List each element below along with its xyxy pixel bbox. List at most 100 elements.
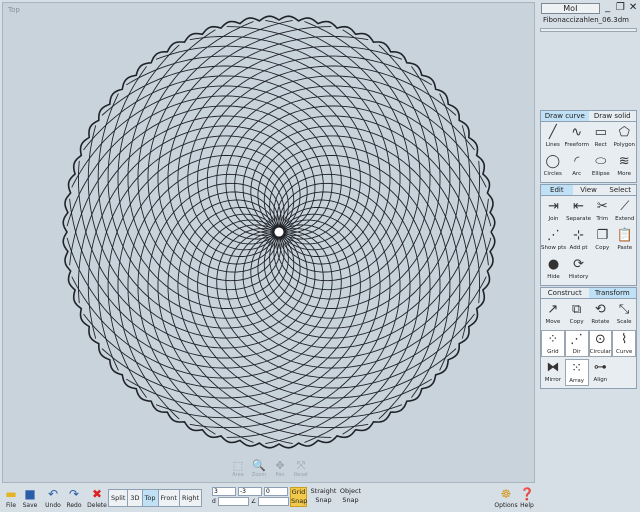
magnifier-icon: 🔍 [252, 459, 266, 472]
straight-snap-toggle[interactable]: Straight Snap [310, 487, 337, 507]
draw-panel: Draw curve Draw solid ╱ Lines ∿ Freeform ▭ Re… [540, 110, 637, 183]
spiral-curve [126, 213, 371, 409]
restore-icon[interactable]: ❐ [615, 3, 625, 13]
zoom-button[interactable]: 🔍 Zoom [250, 459, 268, 478]
z-coordinate-field[interactable] [264, 487, 288, 496]
minimize-icon[interactable]: _ [603, 3, 613, 13]
add-pt-command-button[interactable]: ⊹ Add pt [566, 227, 591, 254]
grid-snap-toggle[interactable]: Grid Snap [290, 487, 307, 507]
move-command-button[interactable]: ↗ Move [541, 301, 565, 328]
save-icon: ■ [24, 487, 36, 501]
app-menu-button[interactable]: MoI [541, 2, 600, 14]
tab-transform[interactable]: Transform [588, 288, 636, 299]
tab-view[interactable]: View [572, 185, 605, 196]
spiral-curve [117, 155, 289, 420]
copy-command-button[interactable]: ❐ Copy [591, 227, 613, 254]
join-command-button[interactable]: ⇥ Join [541, 198, 566, 225]
rect-command-button[interactable]: ▭ Rect [589, 124, 613, 151]
ellipse-icon: ⬭ [595, 154, 607, 169]
show-pts-command-button[interactable]: ⋰ Show pts [541, 227, 566, 254]
paste-command-button[interactable]: 📋 Paste [614, 227, 636, 254]
edit-panel: Edit View Select ⇥ Join ⇤ Separate ✂ Trim ⟋ Ext… [540, 184, 637, 286]
pan-button[interactable]: ✥ Pan [271, 459, 289, 478]
y-coordinate-field[interactable] [238, 487, 262, 496]
command-label: Array [569, 378, 585, 384]
scale-command-button[interactable]: ⤡ Scale [612, 301, 636, 328]
spiral-curve [157, 191, 332, 438]
polygon-command-button[interactable]: ⬠ Polygon [613, 124, 637, 151]
zoom-window-button[interactable]: ⬚ Area [229, 459, 247, 478]
view-3d-button[interactable]: 3D [128, 490, 143, 506]
command-label: Circular [589, 349, 611, 355]
extend-command-button[interactable]: ⟋ Extend [614, 198, 636, 225]
command-label: Polygon [613, 142, 636, 148]
folder-icon: ▬ [5, 487, 17, 501]
command-label: Rect [594, 142, 607, 148]
lines-command-button[interactable]: ╱ Lines [541, 124, 565, 151]
circles-command-button[interactable]: ◯ Circles [541, 153, 565, 180]
tab-edit[interactable]: Edit [541, 185, 573, 196]
command-label: Lines [545, 142, 560, 148]
array-command-button[interactable]: ⁙ Array [564, 359, 589, 386]
grid-command-button[interactable]: ⁘ Grid [541, 330, 565, 357]
more-command-button[interactable]: ≋ More [613, 153, 637, 180]
x-coordinate-field[interactable] [212, 487, 236, 496]
save-button[interactable]: ■ Save [20, 487, 40, 510]
command-label: Show pts [541, 245, 567, 251]
reset-view-button[interactable]: ⤧ Reset [292, 459, 310, 478]
help-icon: ❓ [519, 487, 535, 501]
tab-draw-curve[interactable]: Draw curve [541, 111, 589, 122]
dir-command-button[interactable]: ⋰ Dir [564, 330, 589, 357]
mirror-command-button[interactable]: ⧓ Mirror [541, 359, 565, 386]
tab-draw-solid[interactable]: Draw solid [588, 111, 636, 122]
curve-command-button[interactable]: ⌇ Curve [612, 330, 636, 357]
file-name: Fibonaccizahlen_06.3dm [543, 16, 629, 24]
history-command-button[interactable]: ⟳ History [566, 256, 591, 283]
tab-select[interactable]: Select [604, 185, 637, 196]
align-command-button[interactable]: ⊶ Align [589, 359, 613, 386]
hide-command-button[interactable]: ● Hide [541, 256, 566, 283]
object-snap-toggle[interactable]: Object Snap [338, 487, 363, 507]
show-pts-icon: ⋰ [547, 228, 561, 243]
help-button[interactable]: ❓ Help [518, 487, 536, 510]
tab-construct[interactable]: Construct [541, 288, 589, 299]
file-button[interactable]: ▬ File [2, 487, 20, 510]
command-label: Hide [547, 274, 560, 280]
view-top-button[interactable]: Top [142, 490, 159, 506]
fibonacci-curve-pattern [62, 15, 496, 449]
command-label: Copy [569, 319, 584, 325]
command-label: Dir [572, 349, 581, 355]
rotate-command-button[interactable]: ⟲ Rotate [589, 301, 613, 328]
arc-command-button[interactable]: ◜ Arc [565, 153, 590, 180]
redo-button[interactable]: ↷ Redo [64, 487, 84, 510]
copy-command-button[interactable]: ⧉ Copy [565, 301, 589, 328]
spiral-curve [269, 44, 441, 309]
command-label: Circles [543, 171, 562, 177]
top-viewport[interactable]: Top ⬚ Area 🔍 Zoom ✥ Pan ⤧ Reset [2, 2, 535, 483]
add-pt-icon: ⊹ [573, 228, 585, 243]
angle-field[interactable] [258, 497, 290, 506]
delete-button[interactable]: ✖ Delete [86, 487, 108, 510]
undo-button[interactable]: ↶ Undo [43, 487, 63, 510]
separate-command-button[interactable]: ⇤ Separate [566, 198, 591, 225]
spiral-curve [242, 115, 480, 304]
view-front-button[interactable]: Front [158, 490, 180, 506]
distance-label: d [212, 498, 216, 505]
view-split-button[interactable]: Split [109, 490, 129, 506]
options-icon: ☸ [500, 487, 512, 501]
options-button[interactable]: ☸ Options [494, 487, 518, 510]
ellipse-command-button[interactable]: ⬭ Ellipse [589, 153, 613, 180]
freeform-command-button[interactable]: ∿ Freeform [565, 124, 590, 151]
command-label: Add pt [569, 245, 588, 251]
dir-icon: ⋰ [570, 332, 584, 347]
view-right-button[interactable]: Right [179, 490, 202, 506]
trim-command-button[interactable]: ✂ Trim [591, 198, 613, 225]
spiral-curve [78, 160, 316, 349]
circular-command-button[interactable]: ⊙ Circular [588, 330, 613, 357]
scale-icon: ⤡ [618, 302, 630, 317]
distance-field[interactable] [217, 497, 249, 506]
close-icon[interactable]: ✕ [628, 3, 638, 13]
spiral-curve [157, 26, 332, 273]
title-bar: MoI _ ❐ ✕ [541, 2, 638, 14]
mirror-icon: ⧓ [546, 360, 560, 375]
